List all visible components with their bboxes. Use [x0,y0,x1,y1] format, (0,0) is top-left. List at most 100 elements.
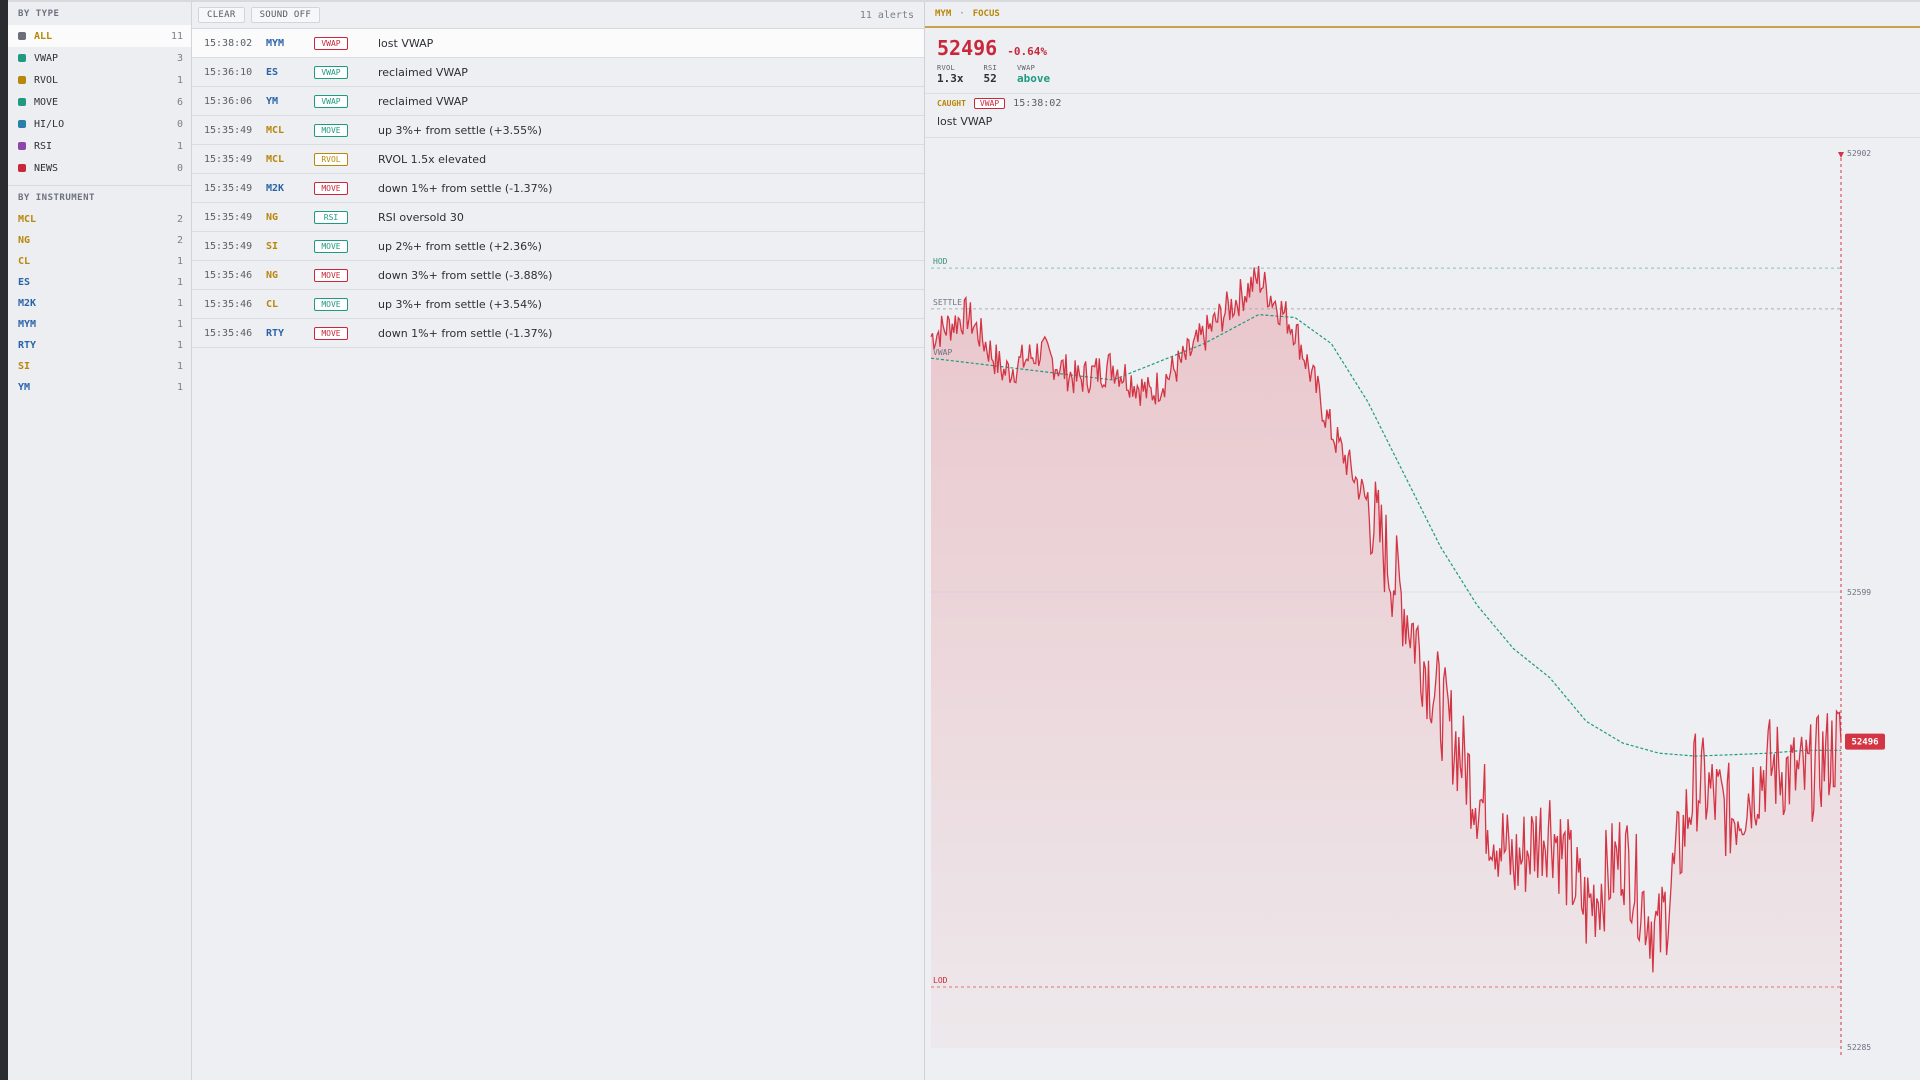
instrument-filter-rty[interactable]: RTY 1 [8,335,191,356]
alert-symbol: NG [266,269,279,281]
metric-rsi-label: RSI [983,64,998,72]
alert-time: 15:35:49 [204,211,253,223]
last-price: 52496 [937,36,998,60]
alert-row[interactable]: 15:35:49 MCL RVOL RVOL 1.5x elevated [192,145,924,174]
type-color-dot [18,32,26,40]
lod-label: LOD [933,976,948,985]
current-price-label: 52496 [1851,738,1878,748]
instrument-filter-es[interactable]: ES 1 [8,272,191,293]
alert-symbol: M2K [266,182,285,194]
instrument-filter-si[interactable]: SI 1 [8,356,191,377]
by-instrument-title: BY INSTRUMENT [18,193,95,203]
type-filter-all[interactable]: ALL 11 [8,25,191,47]
metric-rvol-label: RVOL [937,64,956,72]
alert-symbol: MCL [266,153,285,165]
alert-symbol: YM [266,95,279,107]
instrument-filter-cl[interactable]: CL 1 [8,251,191,272]
alert-symbol: CL [266,298,279,310]
current-time-marker-icon [1838,152,1844,158]
alert-type-tag: RVOL [314,153,348,166]
app-window: BY TYPE ALL 11 VWAP 3 RVOL 1 MOVE 6 HI/LO 0 RSI 1 NE… [8,0,1920,1080]
alert-symbol: NG [266,211,279,223]
alert-type-tag: RSI [314,211,348,224]
instrument-filter-count: 2 [176,235,183,246]
alert-row[interactable]: 15:35:46 NG MOVE down 3%+ from settle (-3.8… [192,261,924,290]
type-filter-label: NEWS [34,162,59,174]
type-filter-rsi[interactable]: RSI 1 [8,135,191,157]
alert-time: 15:35:49 [204,182,253,194]
instrument-filter-label: M2K [18,298,37,309]
alert-symbol: ES [266,66,279,78]
type-filter-count: 6 [176,96,183,108]
alert-row[interactable]: 15:35:46 RTY MOVE down 1%+ from settle (-1.… [192,319,924,348]
alert-time: 15:35:46 [204,269,253,281]
type-filter-count: 11 [170,30,183,42]
focus-panel: MYM · FOCUS 52496 -0.64% RVOL 1.3x RSI 5… [925,2,1920,1080]
alert-symbol: SI [266,240,279,252]
instrument-filter-m2k[interactable]: M2K 1 [8,293,191,314]
instrument-filter-mcl[interactable]: MCL 2 [8,209,191,230]
instrument-filter-mym[interactable]: MYM 1 [8,314,191,335]
type-filter-news[interactable]: NEWS 0 [8,157,191,179]
instrument-filter-count: 1 [176,340,183,351]
instrument-filter-count: 1 [176,382,183,393]
type-filter-move[interactable]: MOVE 6 [8,91,191,113]
type-color-dot [18,120,26,128]
focus-separator: · [959,9,965,19]
alert-row[interactable]: 15:35:49 SI MOVE up 2%+ from settle (+2.36%… [192,232,924,261]
alert-list: 15:38:02 MYM VWAP lost VWAP 15:36:10 ES VWAP re… [192,29,924,348]
metric-rsi: RSI 52 [984,64,998,85]
type-filter-rvol[interactable]: RVOL 1 [8,69,191,91]
type-filter-label: VWAP [34,52,59,64]
alert-row[interactable]: 15:38:02 MYM VWAP lost VWAP [192,29,924,58]
caught-label: CAUGHT [937,99,966,108]
alert-row[interactable]: 15:36:10 ES VWAP reclaimed VWAP [192,58,924,87]
alert-type-tag: MOVE [314,182,348,195]
alert-time: 15:35:46 [204,327,253,339]
settle-label: SETTLE [933,298,962,307]
alert-row[interactable]: 15:35:46 CL MOVE up 3%+ from settle (+3.54%… [192,290,924,319]
focus-mode[interactable]: FOCUS [973,9,1000,19]
instrument-filter-label: RTY [18,340,37,351]
instrument-filter-list: MCL 2 NG 2 CL 1 ES 1 M2K 1 MYM 1 RTY 1 SI 1 YM 1 [8,209,191,398]
alert-message: up 3%+ from settle (+3.55%) [378,123,542,137]
instrument-filter-count: 1 [176,361,183,372]
alert-message: RSI oversold 30 [378,210,464,224]
focus-symbol[interactable]: MYM [935,9,951,19]
type-filter-vwap[interactable]: VWAP 3 [8,47,191,69]
alert-message: down 1%+ from settle (-1.37%) [378,326,553,340]
alert-type-tag: VWAP [314,95,348,108]
vwap-label: VWAP [933,348,952,357]
y-tick-label: 52285 [1847,1043,1871,1052]
alert-count: 11 alerts [859,9,914,21]
instrument-filter-label: MYM [18,319,37,330]
alert-row[interactable]: 15:35:49 NG RSI RSI oversold 30 [192,203,924,232]
instrument-filter-ym[interactable]: YM 1 [8,377,191,398]
instrument-filter-ng[interactable]: NG 2 [8,230,191,251]
alert-row[interactable]: 15:35:49 M2K MOVE down 1%+ from settle (-1.… [192,174,924,203]
alert-time: 15:35:49 [204,240,253,252]
alert-symbol: MYM [266,37,285,49]
alert-row[interactable]: 15:36:06 YM VWAP reclaimed VWAP [192,87,924,116]
alert-type-tag: MOVE [314,298,348,311]
alert-type-tag: MOVE [314,327,348,340]
metric-vwap-label: VWAP [1017,64,1036,72]
price-chart-svg[interactable]: HOD SETTLE VWAP LOD 52902 52599 52285 52496 [925,138,1919,1060]
instrument-filter-label: YM [18,382,31,393]
quote-summary: 52496 -0.64% RVOL 1.3x RSI 52 VWAP above [925,28,1920,94]
alert-message: reclaimed VWAP [378,94,468,108]
instrument-filter-count: 1 [176,256,183,267]
type-color-dot [18,54,26,62]
alert-message: lost VWAP [378,36,434,50]
alert-row[interactable]: 15:35:49 MCL MOVE up 3%+ from settle (+3.55… [192,116,924,145]
sound-toggle-button[interactable]: SOUND OFF [250,7,321,23]
alert-message: down 1%+ from settle (-1.37%) [378,181,553,195]
price-chart[interactable]: HOD SETTLE VWAP LOD 52902 52599 52285 52496 [925,138,1920,1080]
type-color-dot [18,142,26,150]
type-filter-hilo[interactable]: HI/LO 0 [8,113,191,135]
instrument-filter-label: NG [18,235,31,246]
instrument-filter-count: 1 [176,319,183,330]
clear-button[interactable]: CLEAR [198,7,245,23]
caught-alert: CAUGHT VWAP 15:38:02 lost VWAP [925,94,1920,138]
alert-time: 15:35:46 [204,298,253,310]
